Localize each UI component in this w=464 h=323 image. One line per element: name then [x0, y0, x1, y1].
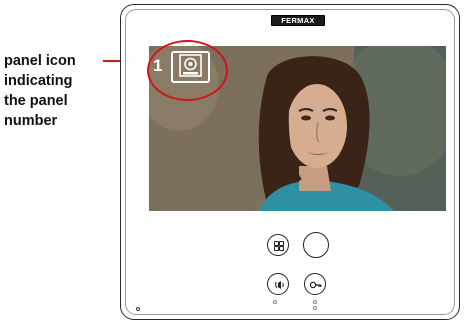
menu-grid-icon [273, 240, 285, 252]
annotation-line-4: number [4, 113, 58, 129]
status-led-left [273, 300, 277, 304]
home-button[interactable] [303, 232, 329, 258]
audio-button[interactable] [267, 273, 289, 295]
status-led-right-bottom [313, 306, 317, 310]
annotation-line-3: the panel [4, 93, 68, 109]
annotation-line-1: panel icon [4, 53, 76, 69]
audio-call-icon [275, 281, 284, 289]
door-open-button[interactable] [304, 273, 326, 295]
brand-logo: FERMAX [271, 15, 325, 26]
annotation-line-2: indicating [4, 73, 73, 89]
microphone-hole [136, 307, 140, 311]
annotation-text: panel icon indicating the panel number [4, 51, 116, 131]
menu-button[interactable] [267, 234, 289, 256]
status-led-right-top [313, 300, 317, 304]
highlight-circle [147, 40, 228, 101]
brand-name: FERMAX [281, 16, 315, 25]
door-key-icon [309, 281, 322, 289]
